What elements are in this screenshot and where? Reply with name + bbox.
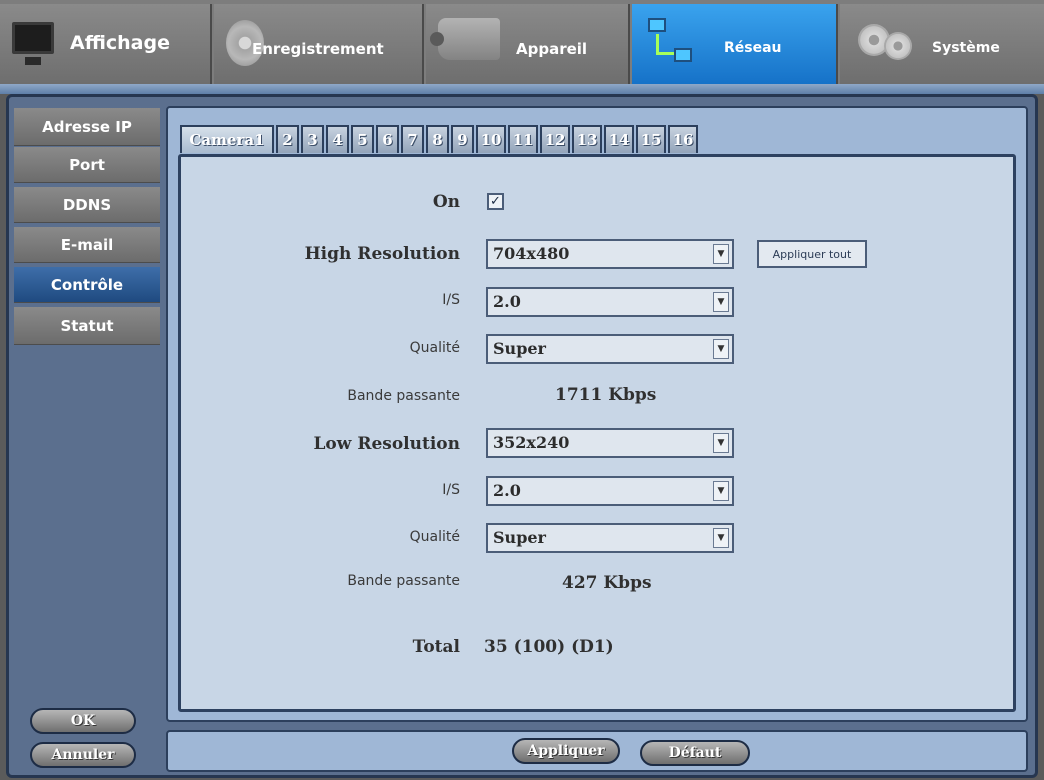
network-icon [648,18,702,76]
menu-tab-label: Système [932,40,1000,56]
sidebar-item-label: Statut [60,316,114,335]
chevron-down-icon[interactable]: ▼ [713,433,729,453]
menu-tab-systeme[interactable]: Système [840,4,1044,84]
menu-tab-label: Enregistrement [252,40,384,58]
chevron-down-icon[interactable]: ▼ [713,292,729,312]
low-resolution-select[interactable]: 352x240 ▼ [486,428,734,458]
high-ips-label: I/S [442,292,460,308]
tab-camera-4[interactable]: 4 [326,125,349,153]
camera-icon [430,18,500,60]
default-button[interactable]: Défaut [640,740,750,766]
high-resolution-label: High Resolution [304,244,460,264]
tab-camera-8[interactable]: 8 [426,125,449,153]
tab-camera-12[interactable]: 12 [540,125,570,153]
high-bandwidth-value: 1711 Kbps [555,385,657,405]
sidebar-item-label: Contrôle [50,275,124,294]
top-menu: Affichage Enregistrement Appareil Réseau… [0,0,1044,94]
chevron-down-icon[interactable]: ▼ [713,528,729,548]
menu-tab-label: Réseau [724,40,782,56]
gear-icon [858,18,916,68]
on-checkbox[interactable]: ✓ [487,193,504,210]
tab-camera-5[interactable]: 5 [351,125,374,153]
tab-camera-14[interactable]: 14 [604,125,634,153]
chevron-down-icon[interactable]: ▼ [713,244,729,264]
apply-all-button[interactable]: Appliquer tout [757,240,867,268]
select-value: Super [493,528,546,547]
tab-camera-15[interactable]: 15 [636,125,666,153]
chevron-down-icon[interactable]: ▼ [713,339,729,359]
sidebar-item-ddns[interactable]: DDNS [14,187,160,223]
menu-tab-label: Affichage [70,32,170,54]
select-value: Super [493,339,546,358]
low-bandwidth-value: 427 Kbps [562,573,652,593]
low-ips-label: I/S [442,482,460,498]
sidebar-item-label: DDNS [62,195,112,214]
sidebar-item-adresse-ip[interactable]: Adresse IP [14,108,160,146]
menu-tab-appareil[interactable]: Appareil [426,4,630,84]
sidebar-item-statut[interactable]: Statut [14,307,160,345]
camera-tab-bar: Camera1 2 3 4 5 6 7 8 9 10 11 12 13 14 1… [180,125,700,153]
low-ips-select[interactable]: 2.0 ▼ [486,476,734,506]
on-label: On [432,192,460,212]
tab-camera-13[interactable]: 13 [572,125,602,153]
menu-tab-reseau[interactable]: Réseau [632,4,838,84]
high-quality-label: Qualité [409,340,460,356]
low-bandwidth-label: Bande passante [347,573,460,589]
tab-camera-6[interactable]: 6 [376,125,399,153]
sidebar-item-label: Port [69,155,105,174]
tab-camera-16[interactable]: 16 [668,125,698,153]
monitor-icon [12,22,54,65]
sidebar-item-email[interactable]: E-mail [14,227,160,263]
tab-camera-9[interactable]: 9 [451,125,474,153]
low-quality-label: Qualité [409,529,460,545]
low-quality-select[interactable]: Super ▼ [486,523,734,553]
select-value: 2.0 [493,481,521,500]
apply-button[interactable]: Appliquer [512,738,620,764]
sidebar-item-controle[interactable]: Contrôle [14,267,160,303]
high-resolution-select[interactable]: 704x480 ▼ [486,239,734,269]
select-value: 704x480 [493,244,570,263]
menu-tab-label: Appareil [516,40,588,58]
menu-divider [0,84,1044,94]
total-value: 35 (100) (D1) [484,637,614,657]
menu-tab-affichage[interactable]: Affichage [0,4,212,84]
sidebar-item-label: E-mail [60,235,114,254]
high-ips-select[interactable]: 2.0 ▼ [486,287,734,317]
tab-camera-3[interactable]: 3 [301,125,324,153]
tab-camera-7[interactable]: 7 [401,125,424,153]
tab-camera-2[interactable]: 2 [276,125,299,153]
total-label: Total [412,637,460,657]
high-quality-select[interactable]: Super ▼ [486,334,734,364]
tab-camera-1[interactable]: Camera1 [180,125,274,153]
low-resolution-label: Low Resolution [313,434,460,454]
high-bandwidth-label: Bande passante [347,388,460,404]
tab-camera-10[interactable]: 10 [476,125,506,153]
ok-button[interactable]: OK [30,708,136,734]
select-value: 2.0 [493,292,521,311]
select-value: 352x240 [493,433,570,452]
sidebar-item-port[interactable]: Port [14,147,160,183]
chevron-down-icon[interactable]: ▼ [713,481,729,501]
tab-camera-11[interactable]: 11 [508,125,538,153]
sidebar-item-label: Adresse IP [42,117,132,136]
cancel-button[interactable]: Annuler [30,742,136,768]
menu-tab-enregistrement[interactable]: Enregistrement [214,4,424,84]
